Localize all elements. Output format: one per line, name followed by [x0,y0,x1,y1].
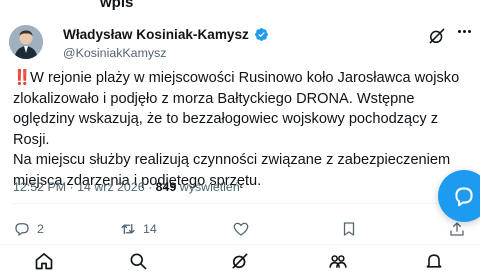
reply-icon [15,223,29,236]
communities-icon[interactable] [328,251,348,271]
avatar[interactable] [9,25,43,59]
more-options-icon[interactable] [458,30,471,33]
compose-button[interactable] [438,170,480,222]
post-meta: 12:52 PM · 14 wrz 2026 · 849 wyświetleń [13,180,240,194]
notifications-icon[interactable] [424,251,444,271]
double-exclamation-emoji: ‼️ [13,70,31,86]
search-icon[interactable] [128,251,148,271]
bottom-navigation [0,244,480,270]
post-date[interactable]: 14 wrz 2026 [77,180,145,194]
repost-button[interactable]: 14 [119,220,157,238]
views-count: 849 [155,180,177,194]
repost-count: 14 [143,222,157,236]
author-name-row[interactable]: Władysław Kosiniak-Kamysz [63,27,269,42]
author-display-name[interactable]: Władysław Kosiniak-Kamysz [63,27,249,42]
post-text: ‼️W rejonie plaży w miejscowości Rusinow… [13,68,473,191]
repost-icon [121,223,135,235]
post-time[interactable]: 12:52 PM [13,180,66,194]
compose-icon [455,187,473,207]
page-header-title: wpis [100,0,134,11]
like-button[interactable] [232,220,256,238]
meta-separator: · [148,180,153,194]
grok-nav-icon[interactable] [230,251,250,271]
post-paragraph-1: ‼️W rejonie plaży w miejscowości Rusinow… [13,68,473,150]
verified-badge-icon [254,28,268,41]
share-button[interactable] [448,220,466,238]
views-label: wyświetleń [179,180,240,194]
share-icon [450,222,464,236]
home-icon[interactable] [34,251,54,271]
meta-separator: · [69,180,74,194]
post-paragraph-1-text: W rejonie plaży w miejscowości Rusinowo … [13,70,460,148]
grok-icon[interactable] [427,26,447,46]
author-handle[interactable]: @KosiniakKamysz [63,46,166,60]
reply-button[interactable]: 2 [13,220,44,238]
bookmark-icon [343,222,355,236]
divider [13,203,480,204]
reply-count: 2 [37,222,44,236]
bookmark-button[interactable] [340,220,364,238]
like-icon [233,222,249,236]
avatar-portrait-icon [9,25,43,59]
